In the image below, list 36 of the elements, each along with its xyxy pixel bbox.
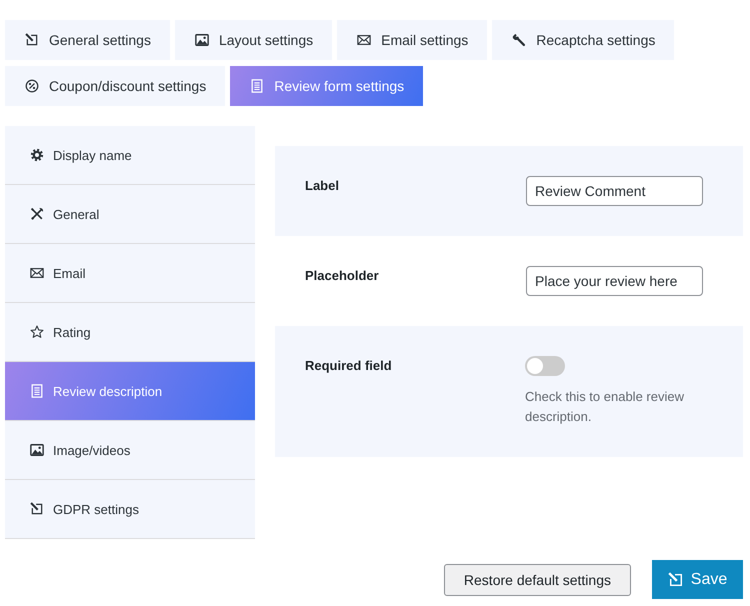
sidebar-item[interactable]: Image/videos	[5, 421, 255, 480]
tab[interactable]: Email settings	[337, 20, 488, 60]
gear-icon	[30, 148, 44, 162]
text-field[interactable]: Review Comment	[526, 176, 703, 206]
image-icon	[30, 443, 44, 457]
field-label: Label	[305, 177, 340, 195]
tab[interactable]: Review form settings	[230, 66, 424, 106]
sidebar-item[interactable]: Email	[5, 244, 255, 303]
sidebar-item[interactable]: Rating	[5, 303, 255, 362]
sidebar-item[interactable]: Display name	[5, 126, 255, 185]
field-label: Placeholder	[305, 267, 380, 285]
tab[interactable]: Layout settings	[174, 20, 332, 60]
save-button[interactable]: Save	[652, 560, 743, 599]
envelope-icon	[30, 266, 44, 280]
tools-icon	[30, 207, 44, 221]
star-icon	[30, 325, 44, 339]
image-icon	[194, 33, 209, 47]
text-field[interactable]: Place your review here	[526, 266, 703, 296]
edit-icon	[668, 572, 684, 588]
edit-icon	[25, 33, 39, 47]
document-icon	[30, 384, 44, 398]
edit-icon	[30, 502, 44, 516]
sidebar-item[interactable]: Review description	[5, 362, 255, 421]
tab[interactable]: Recaptcha settings	[492, 20, 674, 60]
field-label: Required field	[305, 357, 393, 375]
document-icon	[250, 79, 264, 93]
sidebar-item[interactable]: General	[5, 185, 255, 244]
envelope-icon	[357, 33, 372, 47]
hint-text: Check this to enable review description.	[525, 388, 685, 426]
tab[interactable]: General settings	[5, 20, 170, 60]
tab[interactable]: Coupon/discount settings	[5, 66, 226, 106]
toggle-switch[interactable]	[525, 356, 565, 376]
sidebar-item[interactable]: GDPR settings	[5, 480, 255, 539]
wrench-icon	[512, 33, 526, 47]
restore-defaults-button[interactable]: Restore default settings	[444, 564, 631, 596]
percent-icon	[25, 79, 39, 93]
